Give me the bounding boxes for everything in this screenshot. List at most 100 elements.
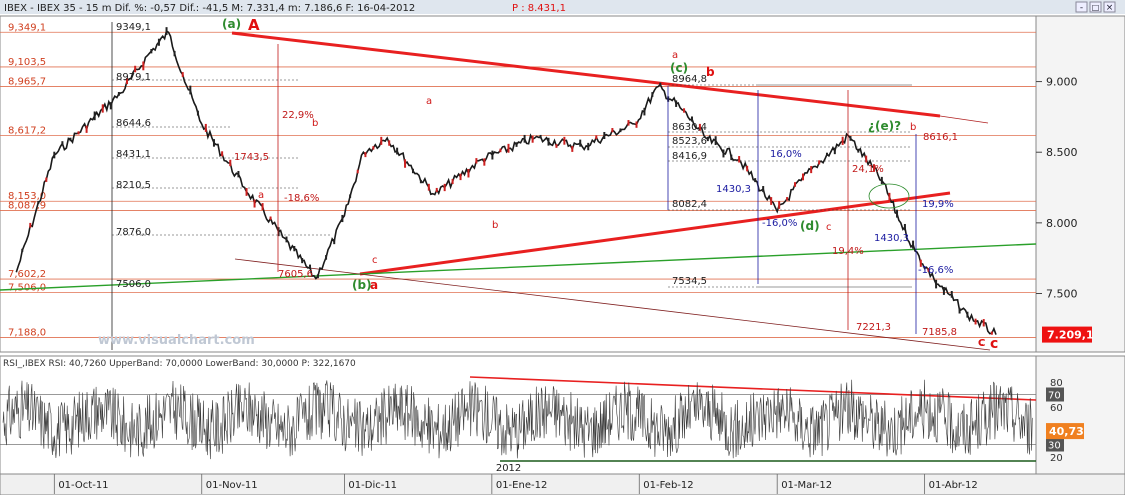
candle-bar <box>951 291 953 298</box>
date-tick-label: 01-Ene-12 <box>496 480 547 491</box>
close-icon: × <box>1106 3 1114 13</box>
candle-bar <box>722 149 724 157</box>
level-value-label: 8979,1 <box>116 72 151 83</box>
candle-bar <box>246 188 248 196</box>
maximize-icon: □ <box>1092 3 1100 12</box>
candle-bar <box>221 151 223 156</box>
candle-bar <box>364 152 366 157</box>
candle-bar <box>524 135 526 143</box>
candle-bar <box>150 49 152 53</box>
price-tick-label: 8.500 <box>1046 146 1078 159</box>
candle-bar <box>643 108 645 116</box>
percent-label: 22,9% <box>282 110 314 121</box>
level-value-label: 8644,6 <box>116 118 151 129</box>
price-level-label: 9,349,1 <box>8 22 46 33</box>
level-value-label: 9349,1 <box>116 22 151 33</box>
candle-bar <box>818 160 820 164</box>
wave-label: (d) <box>800 219 820 233</box>
sub-wave-label: a <box>672 50 678 61</box>
candle-bar <box>896 210 898 218</box>
candle-bar <box>467 169 469 177</box>
candle-bar <box>943 287 945 295</box>
level-value-label: 8431,1 <box>116 149 151 160</box>
sub-wave-label: c <box>978 337 984 348</box>
candle-bar <box>475 158 477 163</box>
candle-bar <box>349 194 351 197</box>
price-level-label: 9,103,5 <box>8 57 46 68</box>
candle-bar <box>966 312 968 318</box>
candle-bar <box>548 138 550 146</box>
candle-bar <box>21 249 23 252</box>
candle-bar <box>991 332 993 335</box>
candle-bar <box>762 186 764 192</box>
level-value-label: 8616,1 <box>923 132 958 143</box>
sub-wave-label: b <box>910 122 916 133</box>
wave-label: A <box>248 16 260 34</box>
candle-bar <box>428 184 430 191</box>
candle-bar <box>810 166 812 173</box>
level-value-label: 8630,4 <box>672 122 707 133</box>
candle-bar <box>317 274 319 278</box>
candle-bar <box>635 121 637 127</box>
candle-bar <box>78 131 80 134</box>
date-tick-label: 01-Nov-11 <box>206 480 258 491</box>
candle-bar <box>532 136 534 143</box>
wave-label: a <box>370 278 378 292</box>
candle-bar <box>555 144 557 148</box>
rsi-tick-label: 80 <box>1050 378 1063 389</box>
candle-bar <box>102 104 104 112</box>
chart-window: IBEX - IBEX 35 - 15 m Dif. %: -0,57 Dif.… <box>0 0 1125 495</box>
candle-bar <box>540 135 542 139</box>
candle-bar <box>110 102 112 109</box>
level-value-label: 7876,0 <box>116 227 151 238</box>
candle-bar <box>959 308 961 314</box>
sub-wave-label: a <box>258 190 264 201</box>
candle-bar <box>778 201 780 209</box>
candle-bar <box>587 143 589 150</box>
price-level-label: 8,087,9 <box>8 200 46 211</box>
candle-bar <box>595 135 597 139</box>
wave-label: (b) <box>352 278 372 292</box>
level-value-label: 7221,3 <box>856 322 891 333</box>
price-level-label: 7,602,2 <box>8 269 46 280</box>
candle-bar <box>166 27 168 35</box>
candle-bar <box>491 151 493 160</box>
candle-bar <box>444 184 446 191</box>
candle-bar <box>357 170 359 174</box>
candle-bar <box>412 169 414 173</box>
candle-bar <box>611 128 613 132</box>
candle-bar <box>770 197 772 205</box>
last-price-label: 7.209,1 <box>1047 329 1094 342</box>
rsi-header-text: RSI_,IBEX RSI: 40,7260 UpperBand: 70,000… <box>3 359 356 369</box>
candle-bar <box>37 201 39 204</box>
percent-label: -18,6% <box>284 193 319 204</box>
wave-label: (a) <box>222 17 241 31</box>
date-tick-label: 01-Abr-12 <box>929 480 978 491</box>
candle-bar <box>286 237 288 243</box>
candle-bar <box>380 137 382 145</box>
candle-bar <box>118 92 120 96</box>
sub-wave-label: a <box>426 96 432 107</box>
candle-bar <box>571 146 573 152</box>
sub-wave-label: c <box>372 255 378 266</box>
candle-bar <box>683 108 685 112</box>
candle-bar <box>627 120 629 126</box>
minimize-icon: - <box>1080 3 1083 13</box>
candle-bar <box>730 155 732 161</box>
candle-bar <box>691 116 693 121</box>
candle-bar <box>935 280 937 289</box>
candle-bar <box>707 137 709 141</box>
level-value-label: 7506,0 <box>116 279 151 290</box>
price-level-label: 7,188,0 <box>8 328 46 339</box>
candle-bar <box>372 146 374 149</box>
candle-bar <box>333 239 335 244</box>
percent-label: -16,0% <box>762 218 797 229</box>
candle-bar <box>254 200 256 208</box>
level-value-label: 1430,3 <box>874 233 909 244</box>
candle-bar <box>404 159 406 167</box>
percent-label: 24,1% <box>852 164 884 175</box>
date-tick-label: 01-Dic-11 <box>348 480 397 491</box>
price-level-label: 8,965,7 <box>8 76 46 87</box>
title-price-text: P : 8.431,1 <box>512 3 566 14</box>
rsi-tick-label: 60 <box>1050 403 1063 414</box>
